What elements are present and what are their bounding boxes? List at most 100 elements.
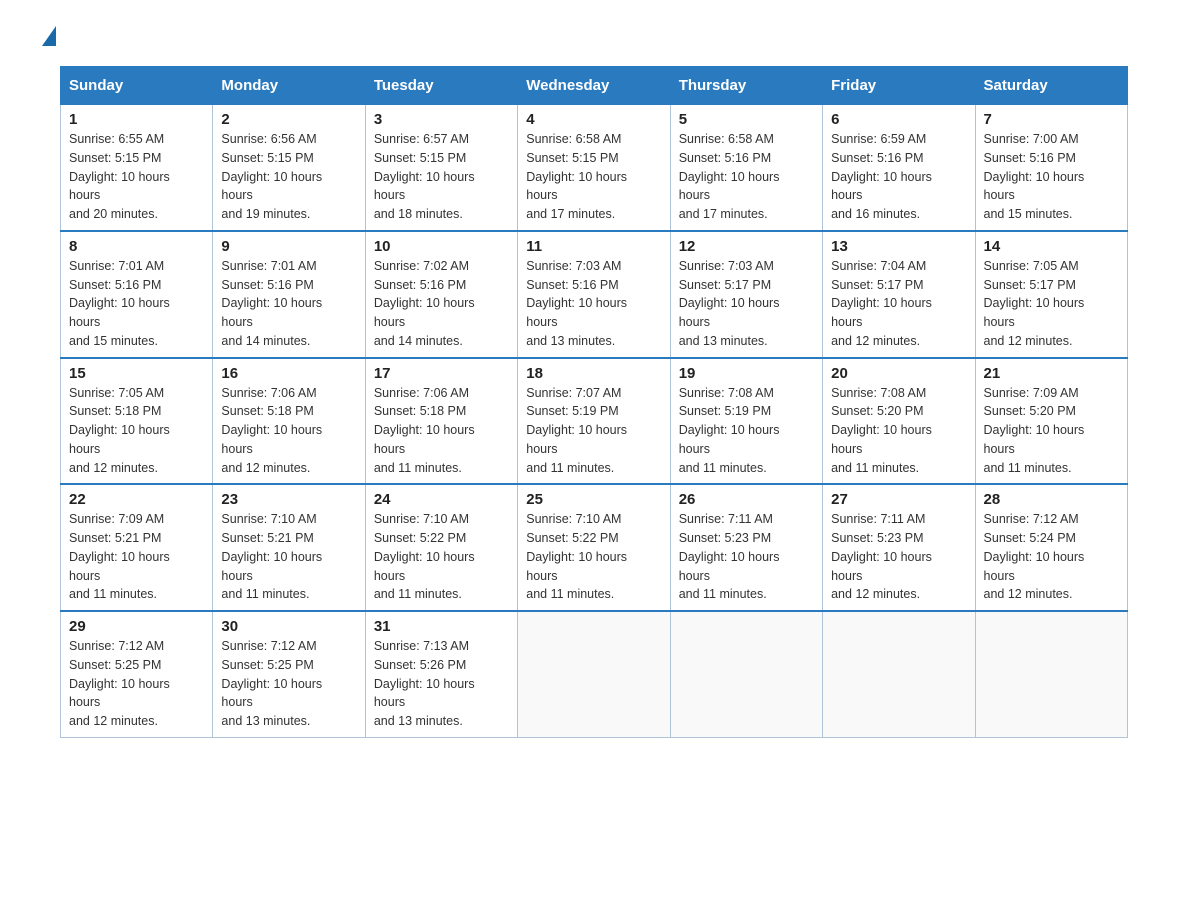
day-number: 15: [69, 365, 204, 382]
calendar-header: SundayMondayTuesdayWednesdayThursdayFrid…: [61, 67, 1128, 105]
day-number: 18: [526, 365, 661, 382]
calendar-cell: 22Sunrise: 7:09 AMSunset: 5:21 PMDayligh…: [61, 484, 213, 611]
calendar-cell: 8 Sunrise: 7:01 AMSunset: 5:16 PMDaylight…: [61, 231, 213, 358]
day-info: Sunrise: 7:05 AMSunset: 5:18 PMDaylight:…: [69, 384, 204, 478]
calendar-cell: 6 Sunrise: 6:59 AMSunset: 5:16 PMDaylight…: [823, 105, 975, 231]
calendar-cell: 28Sunrise: 7:12 AMSunset: 5:24 PMDayligh…: [975, 484, 1127, 611]
day-info: Sunrise: 7:10 AMSunset: 5:22 PMDaylight:…: [374, 510, 509, 604]
calendar-cell: 11 Sunrise: 7:03 AMSunset: 5:16 PMDayligh…: [518, 231, 670, 358]
day-number: 30: [221, 618, 356, 635]
calendar-cell: 30 Sunrise: 7:12 AMSunset: 5:25 PMDayligh…: [213, 611, 365, 737]
logo-block: [40, 30, 56, 46]
calendar-cell: 27Sunrise: 7:11 AMSunset: 5:23 PMDayligh…: [823, 484, 975, 611]
calendar-cell: 23 Sunrise: 7:10 AMSunset: 5:21 PMDayligh…: [213, 484, 365, 611]
day-info: Sunrise: 7:06 AMSunset: 5:18 PMDaylight:…: [221, 384, 356, 478]
day-number: 5: [679, 111, 814, 128]
day-number: 16: [221, 365, 356, 382]
calendar-cell: [975, 611, 1127, 737]
day-of-week-sunday: Sunday: [61, 67, 213, 105]
day-info: Sunrise: 7:10 AMSunset: 5:22 PMDaylight:…: [526, 510, 661, 604]
day-of-week-friday: Friday: [823, 67, 975, 105]
day-number: 27: [831, 491, 966, 508]
day-number: 9: [221, 238, 356, 255]
calendar-cell: [670, 611, 822, 737]
calendar-cell: 25 Sunrise: 7:10 AMSunset: 5:22 PMDayligh…: [518, 484, 670, 611]
calendar-cell: 2 Sunrise: 6:56 AMSunset: 5:15 PMDaylight…: [213, 105, 365, 231]
day-number: 21: [984, 365, 1119, 382]
day-number: 11: [526, 238, 661, 255]
calendar-cell: [518, 611, 670, 737]
calendar-cell: 24 Sunrise: 7:10 AMSunset: 5:22 PMDayligh…: [365, 484, 517, 611]
day-info: Sunrise: 7:01 AMSunset: 5:16 PMDaylight:…: [221, 257, 356, 351]
week-row-2: 8 Sunrise: 7:01 AMSunset: 5:16 PMDaylight…: [61, 231, 1128, 358]
day-number: 2: [221, 111, 356, 128]
day-info: Sunrise: 7:00 AMSunset: 5:16 PMDaylight:…: [984, 130, 1119, 224]
day-info: Sunrise: 6:55 AMSunset: 5:15 PMDaylight:…: [69, 130, 204, 224]
day-number: 4: [526, 111, 661, 128]
day-number: 6: [831, 111, 966, 128]
calendar-cell: 5Sunrise: 6:58 AMSunset: 5:16 PMDaylight…: [670, 105, 822, 231]
logo-row1: [40, 30, 56, 46]
day-number: 23: [221, 491, 356, 508]
day-info: Sunrise: 7:07 AMSunset: 5:19 PMDaylight:…: [526, 384, 661, 478]
calendar-cell: 14 Sunrise: 7:05 AMSunset: 5:17 PMDayligh…: [975, 231, 1127, 358]
day-info: Sunrise: 7:12 AMSunset: 5:25 PMDaylight:…: [221, 637, 356, 731]
day-of-week-saturday: Saturday: [975, 67, 1127, 105]
calendar-cell: 15 Sunrise: 7:05 AMSunset: 5:18 PMDayligh…: [61, 358, 213, 485]
day-number: 8: [69, 238, 204, 255]
calendar-cell: 7 Sunrise: 7:00 AMSunset: 5:16 PMDaylight…: [975, 105, 1127, 231]
day-info: Sunrise: 7:09 AMSunset: 5:21 PMDaylight:…: [69, 510, 204, 604]
calendar-cell: 31 Sunrise: 7:13 AMSunset: 5:26 PMDayligh…: [365, 611, 517, 737]
day-info: Sunrise: 7:11 AMSunset: 5:23 PMDaylight:…: [679, 510, 814, 604]
day-info: Sunrise: 7:05 AMSunset: 5:17 PMDaylight:…: [984, 257, 1119, 351]
week-row-3: 15 Sunrise: 7:05 AMSunset: 5:18 PMDayligh…: [61, 358, 1128, 485]
calendar-cell: 10Sunrise: 7:02 AMSunset: 5:16 PMDayligh…: [365, 231, 517, 358]
day-number: 12: [679, 238, 814, 255]
day-number: 10: [374, 238, 509, 255]
calendar-body: 1 Sunrise: 6:55 AMSunset: 5:15 PMDaylight…: [61, 105, 1128, 738]
day-info: Sunrise: 7:03 AMSunset: 5:17 PMDaylight:…: [679, 257, 814, 351]
day-number: 14: [984, 238, 1119, 255]
day-of-week-monday: Monday: [213, 67, 365, 105]
day-number: 20: [831, 365, 966, 382]
day-info: Sunrise: 7:12 AMSunset: 5:24 PMDaylight:…: [984, 510, 1119, 604]
day-info: Sunrise: 7:01 AMSunset: 5:16 PMDaylight:…: [69, 257, 204, 351]
day-number: 24: [374, 491, 509, 508]
calendar-cell: 3Sunrise: 6:57 AMSunset: 5:15 PMDaylight…: [365, 105, 517, 231]
day-number: 7: [984, 111, 1119, 128]
day-info: Sunrise: 6:59 AMSunset: 5:16 PMDaylight:…: [831, 130, 966, 224]
page-header: [20, 20, 1168, 56]
day-of-week-tuesday: Tuesday: [365, 67, 517, 105]
day-info: Sunrise: 7:09 AMSunset: 5:20 PMDaylight:…: [984, 384, 1119, 478]
day-number: 19: [679, 365, 814, 382]
calendar-table: SundayMondayTuesdayWednesdayThursdayFrid…: [60, 66, 1128, 738]
day-info: Sunrise: 7:08 AMSunset: 5:19 PMDaylight:…: [679, 384, 814, 478]
day-number: 13: [831, 238, 966, 255]
day-number: 17: [374, 365, 509, 382]
calendar-cell: 19 Sunrise: 7:08 AMSunset: 5:19 PMDayligh…: [670, 358, 822, 485]
calendar-cell: 1 Sunrise: 6:55 AMSunset: 5:15 PMDaylight…: [61, 105, 213, 231]
day-number: 25: [526, 491, 661, 508]
week-row-5: 29Sunrise: 7:12 AMSunset: 5:25 PMDayligh…: [61, 611, 1128, 737]
calendar-cell: 26Sunrise: 7:11 AMSunset: 5:23 PMDayligh…: [670, 484, 822, 611]
calendar-cell: 29Sunrise: 7:12 AMSunset: 5:25 PMDayligh…: [61, 611, 213, 737]
day-info: Sunrise: 7:04 AMSunset: 5:17 PMDaylight:…: [831, 257, 966, 351]
day-info: Sunrise: 7:10 AMSunset: 5:21 PMDaylight:…: [221, 510, 356, 604]
day-info: Sunrise: 6:56 AMSunset: 5:15 PMDaylight:…: [221, 130, 356, 224]
day-info: Sunrise: 6:57 AMSunset: 5:15 PMDaylight:…: [374, 130, 509, 224]
logo-triangle-icon: [42, 26, 56, 46]
week-row-4: 22Sunrise: 7:09 AMSunset: 5:21 PMDayligh…: [61, 484, 1128, 611]
day-info: Sunrise: 7:13 AMSunset: 5:26 PMDaylight:…: [374, 637, 509, 731]
calendar-cell: 20 Sunrise: 7:08 AMSunset: 5:20 PMDayligh…: [823, 358, 975, 485]
calendar-cell: 4Sunrise: 6:58 AMSunset: 5:15 PMDaylight…: [518, 105, 670, 231]
day-info: Sunrise: 7:08 AMSunset: 5:20 PMDaylight:…: [831, 384, 966, 478]
days-of-week-row: SundayMondayTuesdayWednesdayThursdayFrid…: [61, 67, 1128, 105]
week-row-1: 1 Sunrise: 6:55 AMSunset: 5:15 PMDaylight…: [61, 105, 1128, 231]
calendar-cell: 17Sunrise: 7:06 AMSunset: 5:18 PMDayligh…: [365, 358, 517, 485]
logo: [40, 30, 56, 46]
calendar-cell: 18 Sunrise: 7:07 AMSunset: 5:19 PMDayligh…: [518, 358, 670, 485]
day-info: Sunrise: 7:03 AMSunset: 5:16 PMDaylight:…: [526, 257, 661, 351]
day-number: 1: [69, 111, 204, 128]
day-number: 31: [374, 618, 509, 635]
day-info: Sunrise: 7:12 AMSunset: 5:25 PMDaylight:…: [69, 637, 204, 731]
